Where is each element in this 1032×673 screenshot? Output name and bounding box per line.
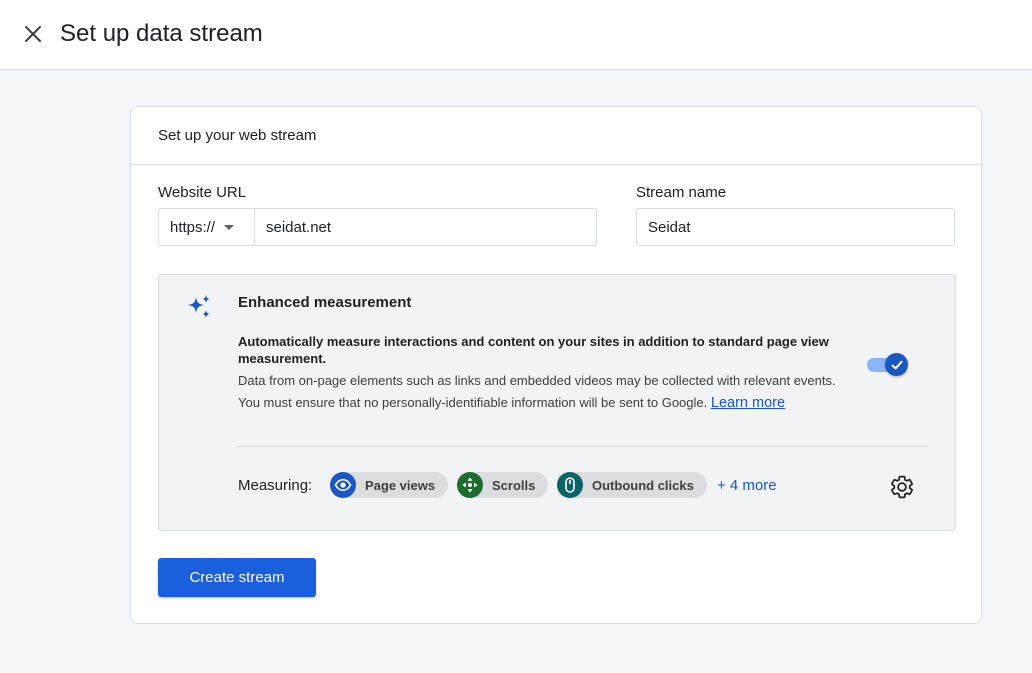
page-title: Set up data stream — [60, 20, 263, 47]
chip-page-views[interactable]: Page views — [330, 472, 449, 498]
chip-outbound-clicks[interactable]: Outbound clicks — [557, 472, 707, 498]
website-url-group: https:// — [158, 208, 597, 246]
top-bar: Set up data stream — [0, 0, 1032, 70]
web-stream-card: Set up your web stream Website URL https… — [130, 106, 982, 624]
enhanced-measurement-toggle[interactable] — [867, 353, 909, 377]
stream-name-input[interactable] — [637, 218, 954, 236]
card-header: Set up your web stream — [131, 107, 981, 165]
divider — [238, 446, 928, 447]
protocol-select[interactable]: https:// — [159, 209, 255, 245]
enhanced-measurement-description: Data from on-page elements such as links… — [238, 370, 848, 414]
mouse-icon — [557, 472, 583, 498]
chip-label: Page views — [365, 477, 436, 493]
create-stream-button[interactable]: Create stream — [158, 558, 316, 597]
eye-icon — [330, 472, 356, 498]
protocol-value: https:// — [170, 218, 216, 236]
scroll-arrows-icon — [457, 472, 483, 498]
sparkle-icon — [188, 295, 210, 318]
check-icon — [891, 360, 902, 369]
measuring-label: Measuring: — [238, 477, 313, 494]
website-url-input[interactable] — [255, 209, 596, 245]
chevron-down-icon — [224, 224, 235, 230]
enhanced-measurement-panel: Enhanced measurement Automatically measu… — [158, 274, 956, 531]
toggle-thumb — [885, 353, 908, 376]
chip-label: Scrolls — [492, 477, 536, 493]
close-icon — [25, 26, 41, 42]
chip-scrolls[interactable]: Scrolls — [457, 472, 549, 498]
chip-label: Outbound clicks — [592, 477, 694, 493]
close-button[interactable] — [18, 19, 48, 49]
learn-more-link[interactable]: Learn more — [711, 395, 785, 411]
stream-name-field — [636, 208, 955, 246]
enhanced-measurement-title: Enhanced measurement — [238, 294, 412, 311]
gear-icon[interactable] — [889, 474, 915, 500]
enhanced-measurement-summary: Automatically measure interactions and c… — [238, 334, 829, 366]
stream-name-label: Stream name — [636, 184, 727, 201]
website-url-label: Website URL — [158, 184, 247, 201]
more-measurements-link[interactable]: + 4 more — [717, 477, 777, 494]
